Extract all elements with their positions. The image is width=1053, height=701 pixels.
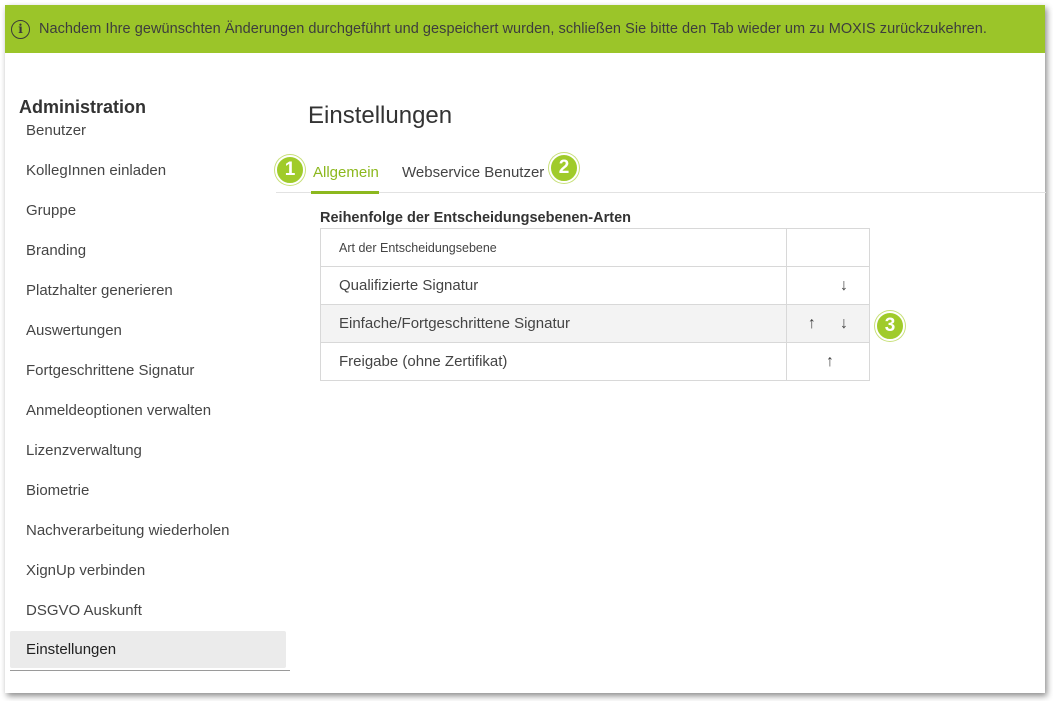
row-actions: ↑ ↓ [786, 304, 870, 343]
sidebar-item-anmeldeoptionen[interactable]: Anmeldeoptionen verwalten [10, 391, 286, 431]
sidebar-item-branding[interactable]: Branding [10, 231, 286, 271]
decision-level-order-table: Art der Entscheidungsebene Qualifizierte… [320, 228, 870, 381]
sidebar-item-platzhalter-generieren[interactable]: Platzhalter generieren [10, 271, 286, 311]
column-header-actions [786, 228, 870, 267]
move-down-icon[interactable]: ↓ [837, 277, 851, 295]
page-title: Einstellungen [308, 102, 453, 129]
sidebar-item-auswertungen[interactable]: Auswertungen [10, 311, 286, 351]
sidebar-item-dsgvo-auskunft[interactable]: DSGVO Auskunft [10, 591, 286, 631]
row-actions: ↑ [786, 342, 870, 381]
row-label: Einfache/Fortgeschrittene Signatur [320, 304, 787, 343]
sidebar-item-benutzer[interactable]: Benutzer [10, 119, 286, 151]
banner-message: Nachdem Ihre gewünschten Änderungen durc… [39, 21, 987, 37]
sidebar-menu: Benutzer KollegInnen einladen Gruppe Bra… [10, 119, 295, 668]
info-banner: i Nachdem Ihre gewünschten Änderungen du… [5, 5, 1045, 53]
table-header-row: Art der Entscheidungsebene [320, 228, 870, 267]
tab-allgemein[interactable]: Allgemein [311, 157, 379, 194]
tab-webservice-benutzer[interactable]: Webservice Benutzer [402, 157, 544, 193]
sidebar-item-fortgeschrittene-signatur[interactable]: Fortgeschrittene Signatur [10, 351, 286, 391]
info-icon: i [11, 19, 30, 39]
row-label: Freigabe (ohne Zertifikat) [320, 342, 787, 381]
sidebar-item-xignup-verbinden[interactable]: XignUp verbinden [10, 551, 286, 591]
settings-tabs: Allgemein Webservice Benutzer [276, 157, 1046, 194]
sidebar-item-nachverarbeitung[interactable]: Nachverarbeitung wiederholen [10, 511, 286, 551]
main-content: Einstellungen Allgemein Webservice Benut… [276, 99, 1048, 194]
callout-badge-2: 2 [549, 153, 579, 183]
move-up-icon[interactable]: ↑ [805, 315, 819, 333]
row-label: Qualifizierte Signatur [320, 266, 787, 305]
admin-sidebar: Administration Benutzer KollegInnen einl… [10, 95, 295, 671]
sidebar-item-gruppe[interactable]: Gruppe [10, 191, 286, 231]
callout-badge-1: 1 [275, 155, 305, 185]
column-header-art: Art der Entscheidungsebene [320, 228, 787, 267]
sidebar-title: Administration [19, 97, 147, 117]
sidebar-item-lizenzverwaltung[interactable]: Lizenzverwaltung [10, 431, 286, 471]
callout-badge-3: 3 [875, 311, 905, 341]
move-up-icon[interactable]: ↑ [823, 353, 837, 371]
row-actions: ↓ [786, 266, 870, 305]
section-title: Reihenfolge der Entscheidungsebenen-Arte… [320, 210, 631, 226]
app-window: i Nachdem Ihre gewünschten Änderungen du… [5, 5, 1048, 693]
table-row: Freigabe (ohne Zertifikat) ↑ [320, 342, 870, 381]
move-down-icon[interactable]: ↓ [837, 315, 851, 333]
table-row: Einfache/Fortgeschrittene Signatur ↑ ↓ [320, 304, 870, 343]
sidebar-item-einstellungen[interactable]: Einstellungen [10, 631, 286, 668]
table-row: Qualifizierte Signatur ↓ [320, 266, 870, 305]
sidebar-item-biometrie[interactable]: Biometrie [10, 471, 286, 511]
sidebar-divider [10, 670, 290, 671]
sidebar-item-kolleginnen-einladen[interactable]: KollegInnen einladen [10, 151, 286, 191]
